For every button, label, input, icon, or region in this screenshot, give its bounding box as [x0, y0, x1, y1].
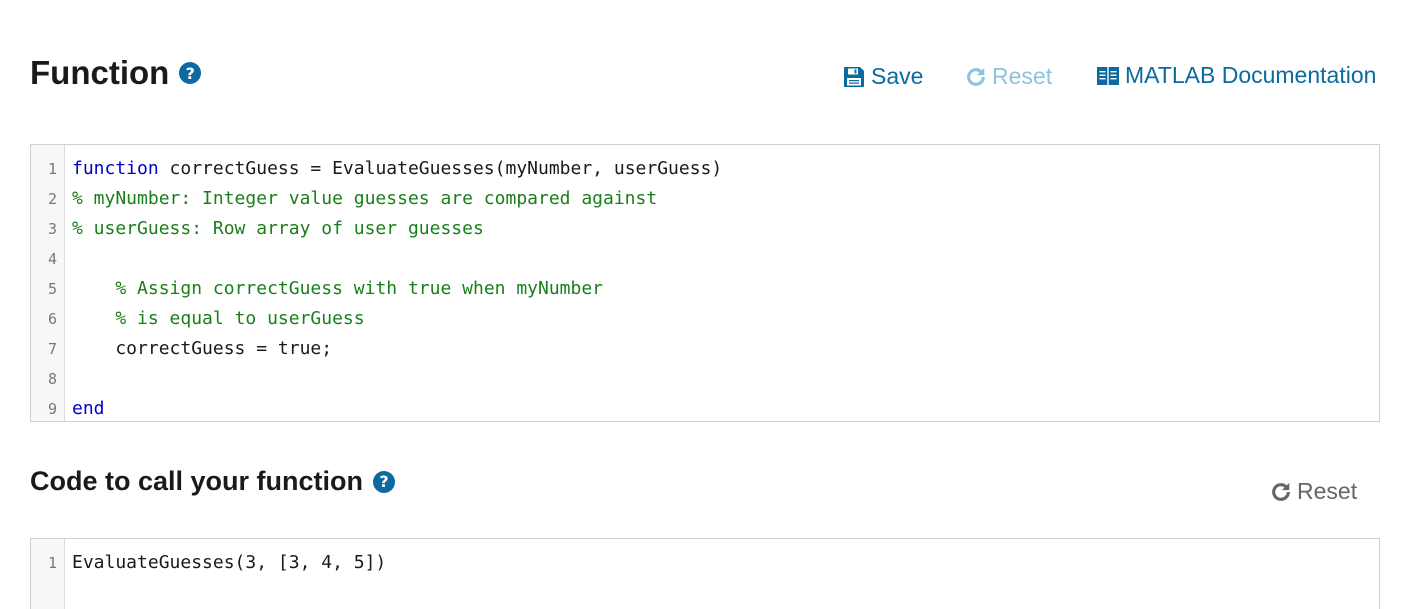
code-line[interactable]: 3 % userGuess: Row array of user guesses — [31, 214, 1379, 244]
code-text: % myNumber: Integer value guesses are co… — [72, 184, 657, 214]
help-icon[interactable]: ? — [179, 62, 202, 84]
code-line[interactable]: 6 % is equal to userGuess — [31, 304, 1379, 334]
code-text: % userGuess: Row array of user guesses — [72, 214, 484, 244]
reset-button[interactable]: Reset — [965, 63, 1052, 90]
code-text: EvaluateGuesses(3, [3, 4, 5]) — [72, 548, 386, 578]
code-line[interactable]: 1 EvaluateGuesses(3, [3, 4, 5]) — [31, 548, 1379, 578]
line-number: 6 — [47, 310, 57, 328]
code-text: end — [72, 394, 105, 421]
keyword-token: function — [72, 158, 159, 179]
function-title-text: Function — [30, 54, 170, 91]
line-number: 7 — [47, 340, 57, 358]
function-title: Function ? — [30, 54, 202, 92]
reset-call-code-button[interactable]: Reset — [1270, 478, 1357, 505]
line-number: 1 — [47, 160, 57, 178]
call-code-title: Code to call your function ? — [30, 466, 396, 497]
comment-token: % is equal to userGuess — [115, 308, 365, 329]
reset-label: Reset — [992, 63, 1053, 89]
code-token: correctGuess = true; — [72, 338, 333, 359]
code-token: correctGuess = EvaluateGuesses(myNumber,… — [158, 158, 723, 179]
code-lines: 1 function correctGuess = EvaluateGuesses… — [31, 154, 1379, 421]
comment-token: % Assign correctGuess with true when myN… — [115, 278, 604, 299]
code-token: EvaluateGuesses(3, [3, 4, 5]) — [72, 552, 387, 573]
comment-token: % userGuess: Row array of user guesses — [72, 218, 484, 239]
circular-arrow-icon — [1272, 482, 1290, 501]
code-lines: 1 EvaluateGuesses(3, [3, 4, 5]) — [31, 548, 1379, 578]
code-line[interactable]: 8 — [31, 364, 1379, 394]
call-code-title-text: Code to call your function — [30, 466, 364, 496]
code-line[interactable]: 4 — [31, 244, 1379, 274]
book-icon — [1097, 66, 1119, 85]
line-number: 2 — [47, 190, 57, 208]
reset-label: Reset — [1297, 478, 1358, 504]
code-line[interactable]: 9 end — [31, 394, 1379, 421]
code-text: function correctGuess = EvaluateGuesses(… — [72, 154, 722, 184]
line-number: 1 — [47, 554, 57, 572]
function-code-editor[interactable]: 1 function correctGuess = EvaluateGuesses… — [30, 144, 1380, 422]
call-code-editor[interactable]: 1 EvaluateGuesses(3, [3, 4, 5]) — [30, 538, 1380, 609]
code-line[interactable]: 7 correctGuess = true; — [31, 334, 1379, 364]
line-number: 3 — [47, 220, 57, 238]
circular-arrow-icon — [967, 67, 985, 86]
keyword-token: end — [72, 398, 105, 419]
code-text: correctGuess = true; — [72, 334, 332, 364]
save-button[interactable]: Save — [842, 63, 923, 90]
code-line[interactable]: 5 % Assign correctGuess with true when m… — [31, 274, 1379, 304]
code-line[interactable]: 2 % myNumber: Integer value guesses are c… — [31, 184, 1379, 214]
code-text: % is equal to userGuess — [72, 304, 365, 334]
line-number: 5 — [47, 280, 57, 298]
matlab-documentation-link[interactable]: MATLAB Documentation — [1096, 62, 1376, 89]
save-label: Save — [871, 63, 924, 89]
comment-token: % myNumber: Integer value guesses are co… — [72, 188, 658, 209]
code-line[interactable]: 1 function correctGuess = EvaluateGuesses… — [31, 154, 1379, 184]
documentation-label: MATLAB Documentation — [1125, 62, 1377, 88]
line-number: 9 — [47, 400, 57, 418]
line-number: 4 — [47, 250, 57, 268]
line-number: 8 — [47, 370, 57, 388]
help-icon[interactable]: ? — [373, 470, 396, 493]
floppy-disk-icon — [844, 66, 864, 87]
code-text: % Assign correctGuess with true when myN… — [72, 274, 603, 304]
